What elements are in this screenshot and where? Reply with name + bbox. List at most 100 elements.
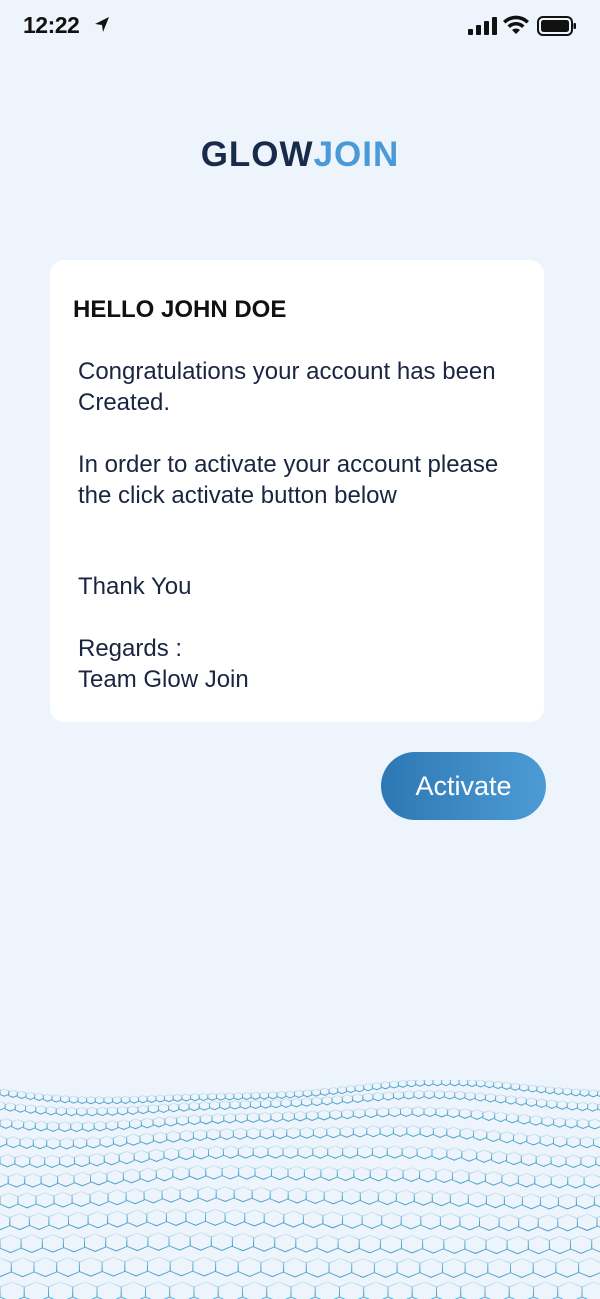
- hexagon-cell: [269, 1187, 289, 1204]
- hexagon-cell: [58, 1121, 72, 1133]
- hexagon-cell: [146, 1094, 157, 1103]
- app-logo: GLOWJOIN: [0, 135, 600, 175]
- hexagon-cell: [402, 1167, 421, 1182]
- hexagon-cell: [557, 1281, 583, 1299]
- hexagon-cell: [157, 1103, 170, 1113]
- hexagon-cell: [259, 1091, 269, 1100]
- hexagon-cell: [312, 1145, 329, 1159]
- hexagon-cell: [380, 1081, 391, 1090]
- hexagon-cell: [416, 1145, 433, 1160]
- hexagon-cell: [133, 1149, 150, 1164]
- hexagon-cell: [237, 1256, 262, 1277]
- hexagon-cell: [575, 1193, 595, 1210]
- hexagon-cell: [458, 1080, 469, 1087]
- hexagon-cell: [105, 1232, 128, 1252]
- hexagon-cell: [386, 1166, 404, 1182]
- hexagon-cell: [441, 1080, 451, 1087]
- hexagon-cell: [51, 1094, 62, 1103]
- hexagon-cell: [0, 1192, 19, 1209]
- hexagon-cell: [14, 1103, 26, 1113]
- hexagon-cell: [467, 1080, 477, 1088]
- hexagon-cell: [0, 1100, 6, 1111]
- hexagon-cell: [352, 1125, 368, 1138]
- hexagon-cell: [435, 1168, 453, 1184]
- hexagon-cell: [16, 1090, 27, 1099]
- hexagon-cell: [397, 1080, 408, 1088]
- hexagon-cell: [253, 1233, 276, 1252]
- hexagon-cell: [484, 1170, 503, 1186]
- hexagon-cell: [556, 1100, 568, 1110]
- hexagon-cell: [484, 1080, 495, 1089]
- hexagon-cell: [588, 1118, 600, 1130]
- hexagon-cell: [550, 1154, 567, 1168]
- hexagon-cell: [155, 1094, 165, 1103]
- hexagon-cell: [11, 1118, 25, 1130]
- hexagon-cell: [464, 1235, 487, 1254]
- hexagon-cell: [72, 1281, 98, 1299]
- hexagon-cell: [295, 1233, 318, 1253]
- hexagon-cell: [371, 1081, 382, 1091]
- hexagon-cell: [579, 1088, 590, 1097]
- hexagon-cell: [0, 1135, 8, 1148]
- hexagon-cell: [81, 1120, 95, 1132]
- hexagon-cell: [164, 1115, 178, 1127]
- hexagon-cell: [536, 1085, 547, 1094]
- hexagon-cell: [495, 1093, 507, 1104]
- hexagon-cell: [249, 1099, 262, 1109]
- hexagon-cell: [48, 1212, 69, 1230]
- hexagon-cell: [76, 1106, 88, 1117]
- hexagon-cell: [62, 1233, 85, 1253]
- hexagon-cell: [254, 1165, 272, 1180]
- hexagon-cell: [267, 1145, 284, 1159]
- hexagon-cell: [86, 1106, 98, 1117]
- hexagon-cell: [129, 1095, 140, 1104]
- hexagon-cell: [316, 1234, 339, 1253]
- hexagon-cell: [565, 1154, 582, 1168]
- hexagon-cell: [423, 1106, 437, 1118]
- hexagon-cell: [479, 1213, 500, 1231]
- hexagon-cell: [10, 1257, 35, 1278]
- hexagon-cell: [422, 1234, 445, 1254]
- hexagon-cell: [578, 1257, 600, 1278]
- hexagon-cell: [541, 1115, 555, 1127]
- hexagon-cell: [419, 1125, 434, 1138]
- hexagon-cell: [207, 1092, 217, 1101]
- hexagon-cell: [4, 1102, 16, 1112]
- hexagon-cell: [515, 1096, 527, 1106]
- hexagon-cell: [86, 1095, 96, 1105]
- hexagon-cell: [59, 1137, 74, 1150]
- hexagon-cell: [520, 1152, 537, 1167]
- hexagon-cell: [266, 1281, 292, 1299]
- hexagon-cell: [467, 1191, 487, 1208]
- hexagon-cell: [287, 1165, 305, 1181]
- hexagon-cell: [364, 1107, 378, 1119]
- hexagon-cell: [593, 1194, 600, 1208]
- hexagon-cell: [239, 1099, 251, 1110]
- activate-button[interactable]: Activate: [381, 752, 546, 820]
- hexagon-cell: [205, 1164, 223, 1180]
- hexagon-cell: [0, 1153, 16, 1168]
- hexagon-cell: [221, 1164, 240, 1180]
- hexagon-cell: [188, 1165, 207, 1180]
- team-name: Team Glow Join: [78, 666, 249, 693]
- hexagon-cell: [359, 1188, 379, 1205]
- hexagon-cell: [211, 1113, 225, 1124]
- hexagon-cell: [270, 1098, 282, 1109]
- hexagon-cell: [299, 1126, 314, 1139]
- hexagon-cell: [29, 1154, 46, 1169]
- hexagon-cell: [125, 1188, 145, 1205]
- hexagon-cell: [499, 1131, 514, 1144]
- hexagon-cell: [223, 1112, 237, 1124]
- hexagon-cell: [181, 1093, 191, 1102]
- hexagon-cell: [283, 1257, 307, 1278]
- hexagon-cell: [571, 1088, 581, 1097]
- hexagon-cell: [235, 1112, 248, 1124]
- hexagon-cell: [198, 1092, 209, 1102]
- hexagon-cell: [0, 1088, 10, 1097]
- hexagon-cell: [432, 1080, 443, 1087]
- hexagon-cell: [485, 1235, 508, 1255]
- hexagon-cell: [99, 1135, 114, 1148]
- hexagon-cell: [126, 1133, 141, 1146]
- hexagon-cell: [487, 1258, 511, 1278]
- hexagon-cell: [290, 1281, 316, 1299]
